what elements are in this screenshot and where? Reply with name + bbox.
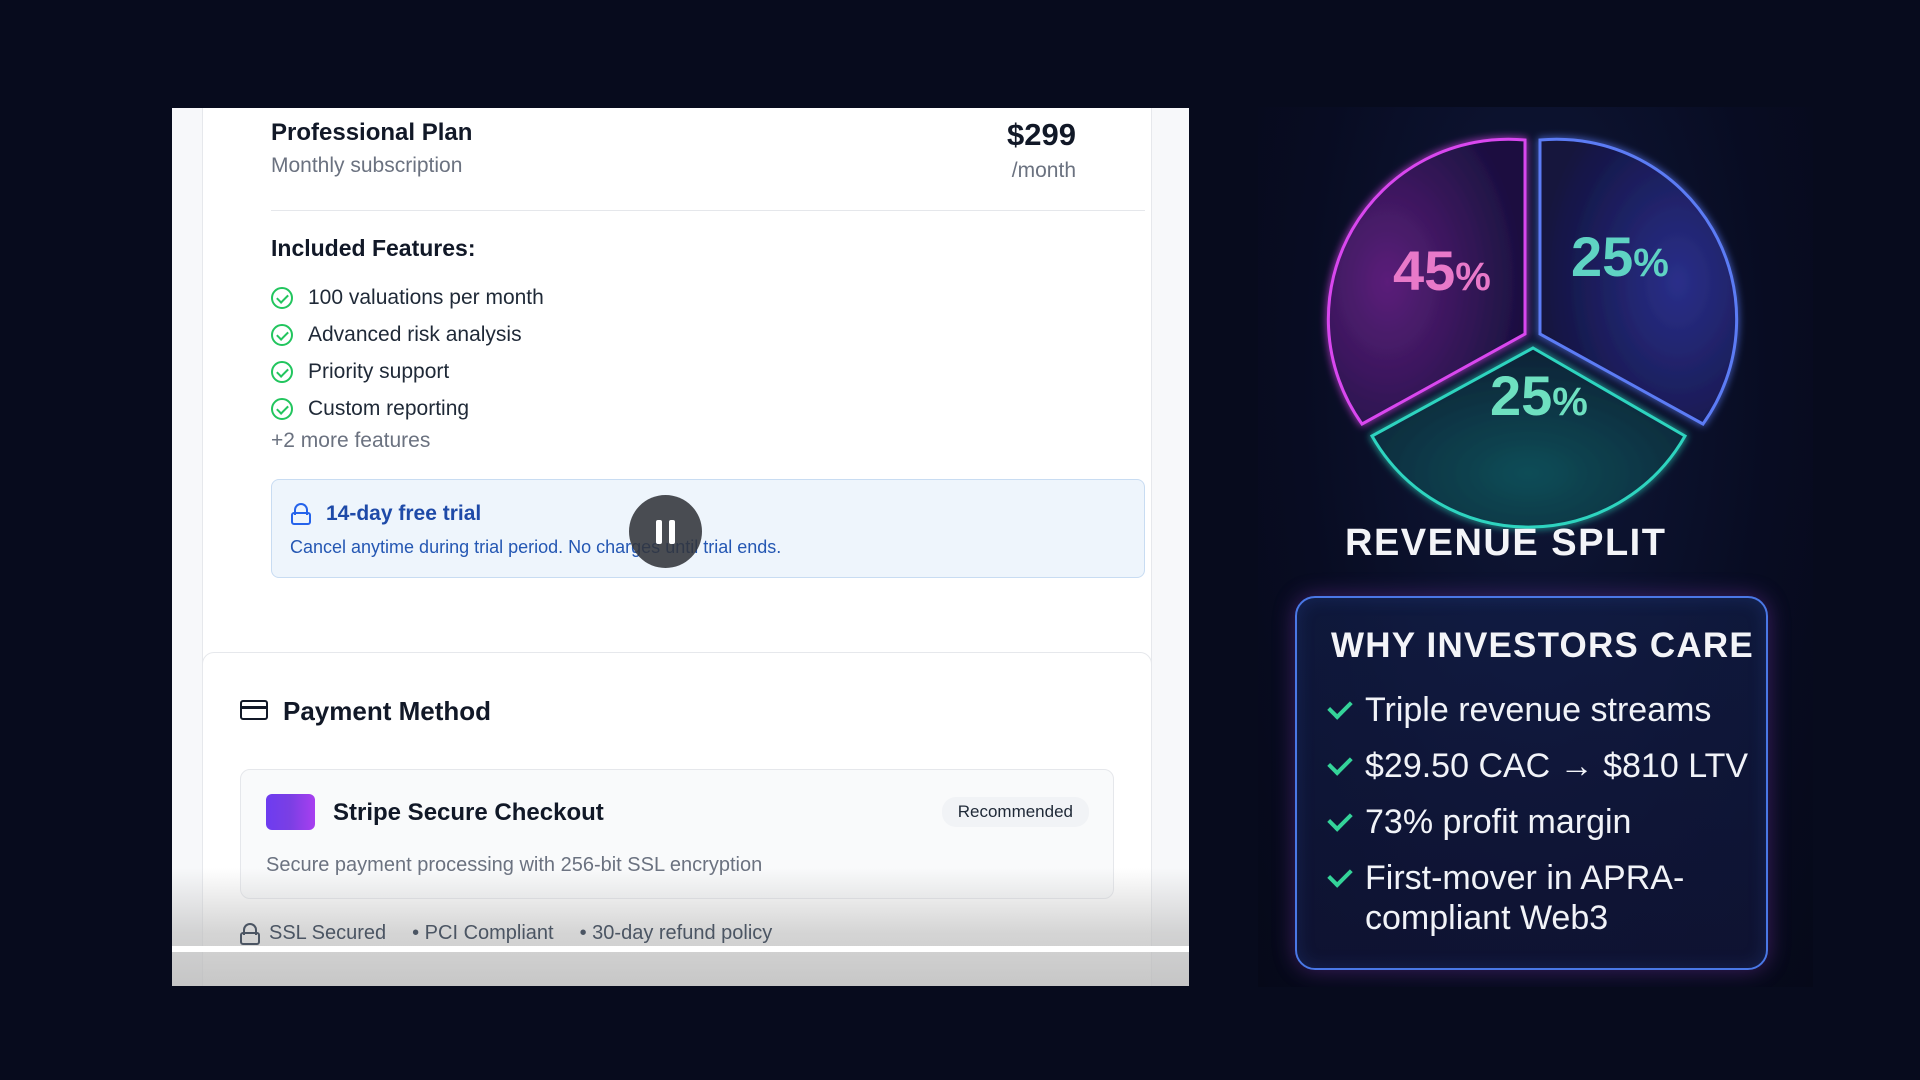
check-circle-icon: [271, 286, 293, 309]
why-investors-care-box: WHY INVESTORS CARE Triple revenue stream…: [1295, 596, 1768, 970]
lock-icon: [240, 922, 260, 945]
plan-card: Professional Plan Monthly subscription $…: [202, 108, 1152, 723]
check-icon: [1327, 862, 1353, 888]
list-item: 73% profit margin: [1325, 802, 1755, 842]
check-icon: [1327, 750, 1353, 776]
revenue-split-title: REVENUE SPLIT: [1345, 522, 1667, 564]
security-footer: SSL Secured • PCI Compliant • 30-day ref…: [240, 922, 772, 945]
feature-label: 100 valuations per month: [308, 285, 544, 309]
why-list: Triple revenue streams $29.50 CAC → $810…: [1325, 690, 1755, 954]
feature-label: Priority support: [308, 359, 450, 383]
refund-label: • 30-day refund policy: [579, 922, 773, 944]
pause-icon: [656, 519, 662, 544]
list-item: Custom reporting: [271, 390, 544, 427]
trial-title: 14-day free trial: [326, 502, 482, 525]
why-investors-title: WHY INVESTORS CARE: [1331, 626, 1754, 665]
check-circle-icon: [271, 360, 293, 383]
feature-list: 100 valuations per month Advanced risk a…: [271, 279, 544, 427]
why-item-label: Triple revenue streams: [1365, 691, 1712, 729]
list-item: Advanced risk analysis: [271, 316, 544, 353]
pause-button[interactable]: [629, 495, 702, 568]
ssl-item: SSL Secured: [240, 922, 386, 945]
payment-method-title: Payment Method: [283, 696, 492, 726]
lock-icon: [291, 503, 311, 525]
ssl-label: SSL Secured: [269, 922, 387, 944]
check-circle-icon: [271, 397, 293, 420]
stripe-title: Stripe Secure Checkout: [333, 799, 604, 826]
stripe-logo: [266, 794, 315, 830]
plan-period: /month: [1011, 159, 1076, 182]
pause-icon: [669, 519, 675, 544]
plan-price: $299: [1007, 117, 1076, 152]
revenue-pie-chart: 45% 25% 25%: [1326, 137, 1739, 529]
pci-label: • PCI Compliant: [412, 922, 554, 944]
list-item: 100 valuations per month: [271, 279, 544, 316]
video-player[interactable]: Professional Plan Monthly subscription $…: [172, 108, 1189, 986]
plan-subtitle: Monthly subscription: [271, 154, 463, 177]
check-icon: [1327, 694, 1353, 720]
video-progress-bar[interactable]: [172, 946, 1189, 952]
revenue-infographic: 45% 25% 25% REVENUE SPLIT WHY INVESTORS …: [1258, 107, 1813, 987]
recommended-badge: Recommended: [941, 797, 1089, 827]
feature-label: Custom reporting: [308, 396, 470, 420]
list-item: Triple revenue streams: [1325, 690, 1755, 730]
check-circle-icon: [271, 323, 293, 346]
features-title: Included Features:: [271, 235, 476, 261]
why-item-label: First-mover in APRA-compliant Web3: [1365, 859, 1685, 937]
feature-label: Advanced risk analysis: [308, 322, 522, 346]
plan-name: Professional Plan: [271, 119, 473, 146]
check-icon: [1327, 806, 1353, 832]
more-features-link[interactable]: +2 more features: [271, 429, 430, 453]
list-item: Priority support: [271, 353, 544, 390]
trial-description: Cancel anytime during trial period. No c…: [290, 537, 782, 557]
credit-card-icon: [240, 700, 268, 720]
list-item: $29.50 CAC → $810 LTV: [1325, 746, 1755, 786]
why-item-label: 73% profit margin: [1365, 803, 1632, 841]
why-item-label: $29.50 CAC → $810 LTV: [1365, 747, 1749, 785]
trial-notice: 14-day free trial Cancel anytime during …: [271, 479, 1145, 578]
list-item: First-mover in APRA-compliant Web3: [1325, 858, 1755, 938]
divider: [271, 210, 1145, 211]
